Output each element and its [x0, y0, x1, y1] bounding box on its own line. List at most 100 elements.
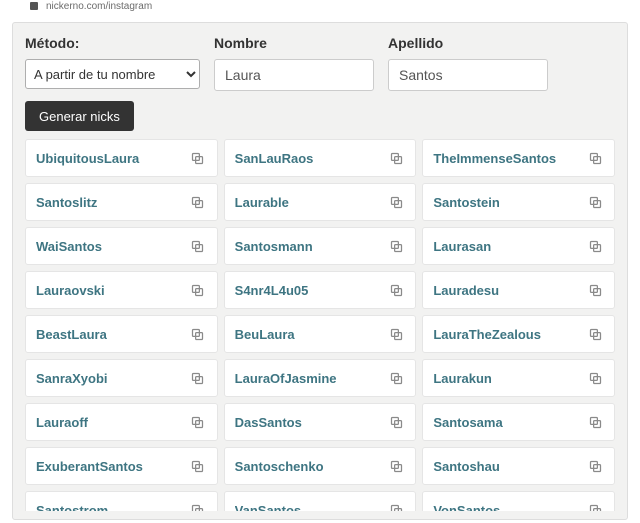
surname-input[interactable] [388, 59, 548, 91]
nick-text: Santosama [433, 415, 584, 430]
method-select[interactable]: A partir de tu nombre [25, 59, 200, 89]
copy-button[interactable] [187, 191, 209, 213]
copy-button[interactable] [187, 411, 209, 433]
nick-card: Santoslitz [25, 183, 218, 221]
copy-icon [190, 371, 205, 386]
copy-icon [190, 283, 205, 298]
copy-button[interactable] [385, 455, 407, 477]
nick-text: Lauradesu [433, 283, 584, 298]
copy-button[interactable] [187, 455, 209, 477]
nick-card: BeuLaura [224, 315, 417, 353]
nick-text: Lauraoff [36, 415, 187, 430]
nick-text: Santoslitz [36, 195, 187, 210]
nick-text: SanraXyobi [36, 371, 187, 386]
nick-card: SanraXyobi [25, 359, 218, 397]
copy-icon [588, 371, 603, 386]
nick-text: BeuLaura [235, 327, 386, 342]
copy-button[interactable] [385, 323, 407, 345]
copy-button[interactable] [385, 235, 407, 257]
nick-card: BeastLaura [25, 315, 218, 353]
copy-button[interactable] [187, 235, 209, 257]
copy-icon [190, 239, 205, 254]
nick-card: Santoshau [422, 447, 615, 485]
copy-button[interactable] [584, 499, 606, 511]
copy-button[interactable] [584, 235, 606, 257]
copy-button[interactable] [584, 411, 606, 433]
surname-label: Apellido [388, 35, 548, 51]
nick-card: VanSantos [224, 491, 417, 511]
nick-text: Santosmann [235, 239, 386, 254]
nick-text: UbiquitousLaura [36, 151, 187, 166]
copy-icon [588, 327, 603, 342]
nick-text: Lauraovski [36, 283, 187, 298]
copy-button[interactable] [385, 191, 407, 213]
copy-icon [190, 459, 205, 474]
nick-text: TheImmenseSantos [433, 151, 584, 166]
nick-text: ExuberantSantos [36, 459, 187, 474]
copy-button[interactable] [385, 367, 407, 389]
nick-card: ExuberantSantos [25, 447, 218, 485]
nick-text: LauraTheZealous [433, 327, 584, 342]
copy-button[interactable] [584, 323, 606, 345]
nick-text: BeastLaura [36, 327, 187, 342]
nick-text: VanSantos [235, 503, 386, 512]
nick-card: DasSantos [224, 403, 417, 441]
copy-icon [588, 503, 603, 512]
copy-icon [389, 415, 404, 430]
copy-icon [190, 195, 205, 210]
results-grid: UbiquitousLauraSanLauRaosTheImmenseSanto… [25, 139, 615, 511]
nick-card: Santostrom [25, 491, 218, 511]
copy-button[interactable] [187, 323, 209, 345]
nick-text: WaiSantos [36, 239, 187, 254]
copy-button[interactable] [385, 147, 407, 169]
copy-button[interactable] [187, 367, 209, 389]
nick-card: Santoschenko [224, 447, 417, 485]
copy-icon [389, 151, 404, 166]
generate-button[interactable]: Generar nicks [25, 101, 134, 131]
copy-button[interactable] [584, 147, 606, 169]
nick-card: LauraTheZealous [422, 315, 615, 353]
nick-card: WaiSantos [25, 227, 218, 265]
nick-text: Laurasan [433, 239, 584, 254]
copy-icon [588, 151, 603, 166]
copy-icon [389, 195, 404, 210]
nick-text: Santoshau [433, 459, 584, 474]
copy-button[interactable] [584, 455, 606, 477]
name-label: Nombre [214, 35, 374, 51]
copy-button[interactable] [584, 279, 606, 301]
copy-button[interactable] [584, 191, 606, 213]
copy-icon [588, 415, 603, 430]
copy-icon [190, 151, 205, 166]
copy-icon [190, 503, 205, 512]
nick-card: Lauraovski [25, 271, 218, 309]
form-row: Método: A partir de tu nombre Nombre Ape… [25, 35, 615, 91]
copy-button[interactable] [187, 279, 209, 301]
nick-card: S4nr4L4u05 [224, 271, 417, 309]
nick-text: Laurakun [433, 371, 584, 386]
copy-button[interactable] [584, 367, 606, 389]
copy-icon [389, 283, 404, 298]
nick-text: Laurable [235, 195, 386, 210]
nick-card: Santosama [422, 403, 615, 441]
copy-button[interactable] [385, 499, 407, 511]
copy-button[interactable] [187, 499, 209, 511]
copy-icon [389, 371, 404, 386]
copy-icon [190, 327, 205, 342]
copy-icon [588, 239, 603, 254]
name-input[interactable] [214, 59, 374, 91]
generator-panel: Método: A partir de tu nombre Nombre Ape… [12, 22, 628, 520]
url-bar: nickerno.com/instagram [0, 0, 640, 12]
method-label: Método: [25, 35, 200, 51]
copy-icon [190, 415, 205, 430]
copy-icon [389, 239, 404, 254]
copy-button[interactable] [385, 279, 407, 301]
copy-button[interactable] [187, 147, 209, 169]
copy-button[interactable] [385, 411, 407, 433]
copy-icon [588, 283, 603, 298]
nick-card: LauraOfJasmine [224, 359, 417, 397]
copy-icon [389, 503, 404, 512]
nick-text: Santostein [433, 195, 584, 210]
url-text: nickerno.com/instagram [46, 1, 152, 12]
nick-text: Santostrom [36, 503, 187, 512]
nick-text: DasSantos [235, 415, 386, 430]
